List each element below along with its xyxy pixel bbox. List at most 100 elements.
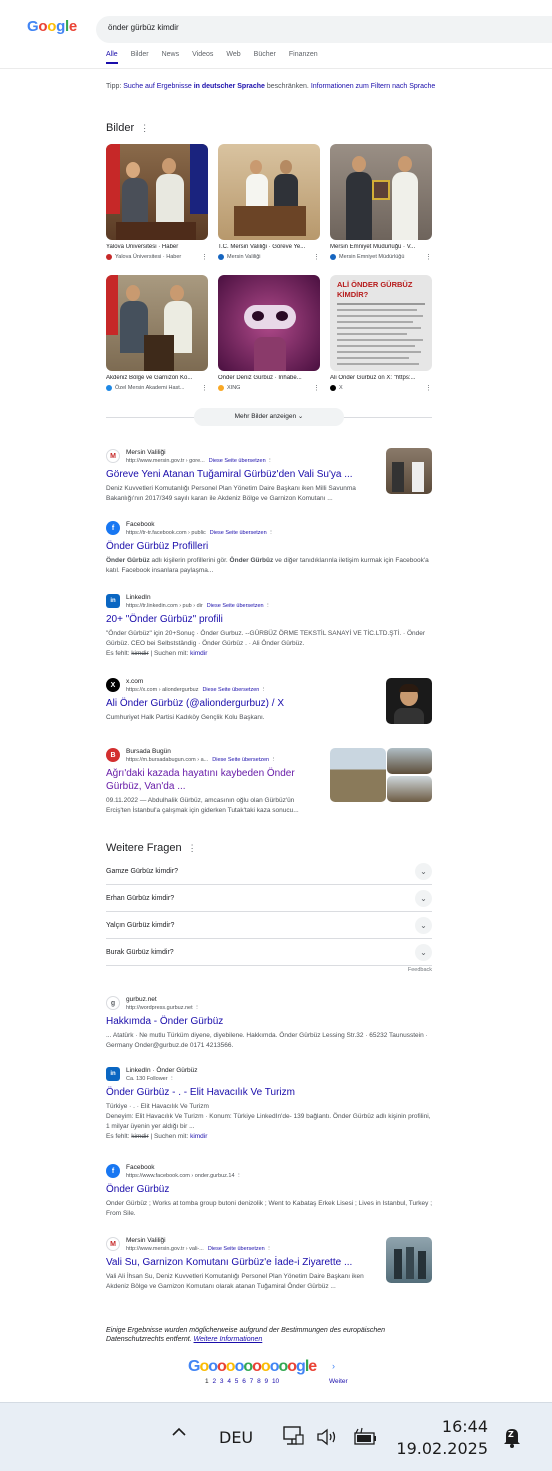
- more-options-icon[interactable]: ⋮: [201, 253, 208, 261]
- result-snippet: Türkiye · . · Elit Havacılık Ve Turizm: [106, 1103, 209, 1110]
- more-options-icon[interactable]: ⋮: [194, 1005, 200, 1011]
- image-thumbnail: [106, 144, 208, 240]
- image-result[interactable]: Yalova Üniversitesi · Haber Yalova Ünive…: [106, 144, 208, 261]
- more-options-icon[interactable]: ⋮: [267, 458, 273, 464]
- tab-web[interactable]: Web: [226, 51, 240, 64]
- image-result[interactable]: T.C. Mersin Valiliği · Göreve Ye... Mers…: [218, 144, 320, 261]
- more-options-icon[interactable]: ⋮: [266, 1246, 272, 1252]
- page-link[interactable]: 3: [220, 1378, 224, 1385]
- result-title-link[interactable]: Önder Gürbüz: [106, 1183, 432, 1196]
- input-language-indicator[interactable]: DEU: [219, 1428, 253, 1447]
- network-icon[interactable]: [282, 1425, 304, 1451]
- system-clock[interactable]: 16:44 19.02.2025: [396, 1416, 488, 1460]
- mersin-favicon-icon: M: [106, 1237, 120, 1251]
- image-result[interactable]: ALİ ÖNDER GÜRBÜZ KİMDİR? Ali Önder Gürbü…: [330, 275, 432, 392]
- more-options-icon[interactable]: ⋮: [265, 603, 271, 609]
- more-options-icon[interactable]: ⋮: [188, 843, 197, 853]
- search-input[interactable]: önder gürbüz kimdir: [96, 16, 552, 43]
- result-snippet: Deniz Kuvvetleri Komutanlığı Personel Pl…: [106, 485, 356, 502]
- facebook-favicon-icon: f: [106, 521, 120, 535]
- search-with-link[interactable]: kimdir: [190, 650, 207, 657]
- page-link[interactable]: 10: [272, 1378, 279, 1385]
- related-question[interactable]: Burak Gürbüz kimdir? ⌄: [106, 939, 432, 966]
- more-options-icon[interactable]: ⋮: [140, 123, 149, 133]
- related-question[interactable]: Yalçın Gürbüz kimdir? ⌄: [106, 912, 432, 939]
- image-thumbnail: [218, 275, 320, 371]
- battery-charging-icon[interactable]: [352, 1427, 378, 1451]
- volume-icon[interactable]: [316, 1427, 340, 1451]
- translate-link[interactable]: Diese Seite übersetzen: [212, 757, 269, 763]
- more-options-icon[interactable]: ⋮: [201, 384, 208, 392]
- tab-news[interactable]: News: [162, 51, 180, 64]
- result-thumbnail[interactable]: [386, 448, 432, 494]
- header-divider: [0, 68, 552, 69]
- tab-all[interactable]: Alle: [106, 51, 118, 64]
- result-thumbnail[interactable]: [387, 748, 432, 774]
- image-result[interactable]: Mersin Emniyet Müdürlüğü · V... Mersin E…: [330, 144, 432, 261]
- page-link[interactable]: 7: [250, 1378, 254, 1385]
- translate-link[interactable]: Diese Seite übersetzen: [207, 603, 264, 609]
- result-thumbnail[interactable]: [386, 1237, 432, 1283]
- more-info-link[interactable]: Weitere Informationen: [194, 1336, 263, 1343]
- related-question[interactable]: Gamze Gürbüz kimdir? ⌄: [106, 858, 432, 885]
- pagination: 1 2 3 4 5 6 7 8 9 10: [205, 1378, 279, 1385]
- profile-thumbnail[interactable]: [386, 678, 432, 724]
- tab-books[interactable]: Bücher: [254, 51, 276, 64]
- more-options-icon[interactable]: ⋮: [169, 1076, 175, 1082]
- search-result: in LinkedIn · Önder Gürbüz Ca. 130 Follo…: [106, 1067, 432, 1140]
- more-options-icon[interactable]: ⋮: [271, 757, 277, 763]
- search-result: M Mersin Valiliği http://www.mersin.gov.…: [106, 449, 432, 504]
- do-not-disturb-badge: Z: [508, 1430, 514, 1439]
- more-options-icon[interactable]: ⋮: [425, 253, 432, 261]
- notifications-bell-icon[interactable]: Z: [500, 1425, 524, 1453]
- page-link[interactable]: 9: [265, 1378, 269, 1385]
- result-thumbnail[interactable]: [330, 748, 386, 802]
- tab-images[interactable]: Bilder: [131, 51, 149, 64]
- more-options-icon[interactable]: ⋮: [236, 1173, 242, 1179]
- google-logo[interactable]: Google: [27, 18, 77, 35]
- linkedin-favicon-icon: in: [106, 1067, 120, 1081]
- next-page-link[interactable]: Weiter: [329, 1378, 348, 1385]
- tab-videos[interactable]: Videos: [192, 51, 213, 64]
- result-title-link[interactable]: 20+ "Önder Gürbüz" profili: [106, 613, 432, 626]
- result-thumbnail[interactable]: [387, 776, 432, 802]
- show-hidden-icons-chevron-up-icon[interactable]: [170, 1423, 188, 1446]
- restrict-language-link[interactable]: Suche auf Ergebnisse in deutscher Sprach…: [123, 83, 265, 90]
- result-title-link[interactable]: Göreve Yeni Atanan Tuğamiral Gürbüz'den …: [106, 468, 432, 481]
- search-with-link[interactable]: kimdir: [190, 1133, 207, 1140]
- page-link[interactable]: 5: [235, 1378, 239, 1385]
- translate-link[interactable]: Diese Seite übersetzen: [210, 530, 267, 536]
- feedback-link[interactable]: Feedback: [408, 967, 432, 973]
- result-snippet: Vali Ali İhsan Su, Deniz Kuvvetleri Komu…: [106, 1273, 364, 1290]
- image-result[interactable]: Önder Deniz Gürbüz · Inhabe... XING ⋮: [218, 275, 320, 392]
- result-snippet: Onder Gürbüz ; Works at tomba group buto…: [106, 1200, 433, 1217]
- translate-link[interactable]: Diese Seite übersetzen: [202, 687, 259, 693]
- tab-finance[interactable]: Finanzen: [289, 51, 318, 64]
- translate-link[interactable]: Diese Seite übersetzen: [208, 1246, 265, 1252]
- more-options-icon[interactable]: ⋮: [313, 253, 320, 261]
- more-options-icon[interactable]: ⋮: [268, 530, 274, 536]
- page-link[interactable]: 4: [227, 1378, 231, 1385]
- result-title-link[interactable]: Önder Gürbüz Profilleri: [106, 540, 432, 553]
- page-link[interactable]: 2: [212, 1378, 216, 1385]
- language-tip: Tipp: Suche auf Ergebnisse in deutscher …: [106, 83, 436, 90]
- related-question[interactable]: Erhan Gürbüz kimdir? ⌄: [106, 885, 432, 912]
- result-title-link[interactable]: Hakkımda - Önder Gürbüz: [106, 1015, 432, 1028]
- image-result[interactable]: Akdeniz Bölge ve Garnizon Ko... Özel Mer…: [106, 275, 208, 392]
- chevron-right-icon[interactable]: ›: [332, 1361, 335, 1371]
- result-snippet: Önder Gürbüz adlı kişilerin profillerini…: [106, 557, 429, 574]
- page-link[interactable]: 8: [257, 1378, 261, 1385]
- more-images-button[interactable]: Mehr Bilder anzeigen ⌄: [194, 408, 344, 426]
- result-title-link[interactable]: Ağrı'daki kazada hayatını kaybeden Önder…: [106, 767, 306, 793]
- search-result: f Facebook https://www.facebook.com › on…: [106, 1164, 433, 1217]
- language-filter-info-link[interactable]: Informationen zum Filtern nach Sprache: [311, 83, 436, 90]
- more-options-icon[interactable]: ⋮: [425, 384, 432, 392]
- result-title-link[interactable]: Ali Önder Gürbüz (@aliondergurbuz) / X: [106, 697, 432, 710]
- page-link[interactable]: 6: [242, 1378, 246, 1385]
- more-options-icon[interactable]: ⋮: [313, 384, 320, 392]
- more-options-icon[interactable]: ⋮: [261, 687, 267, 693]
- result-title-link[interactable]: Önder Gürbüz - . - Elit Havacılık Ve Tur…: [106, 1086, 432, 1099]
- page-current: 1: [205, 1378, 209, 1385]
- translate-link[interactable]: Diese Seite übersetzen: [209, 458, 266, 464]
- result-title-link[interactable]: Vali Su, Garnizon Komutanı Gürbüz'e İade…: [106, 1256, 432, 1269]
